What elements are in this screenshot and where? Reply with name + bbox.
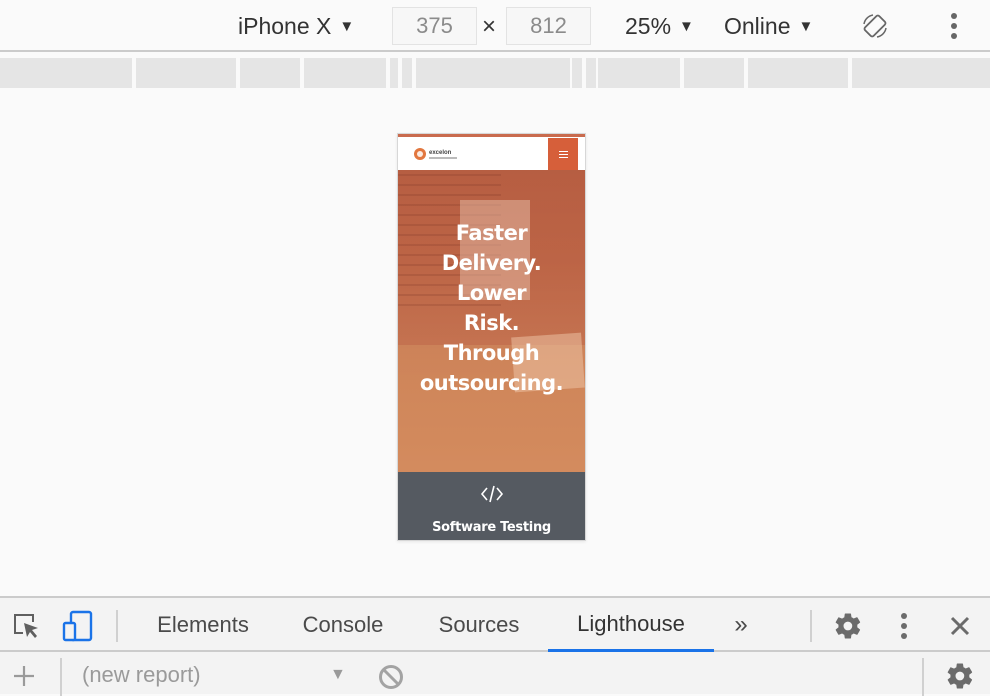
gear-icon xyxy=(835,613,861,639)
divider xyxy=(810,610,812,642)
media-query-segment[interactable] xyxy=(852,58,990,88)
media-query-bar xyxy=(0,58,990,88)
site-logo[interactable]: excelon xyxy=(414,148,457,160)
network-select-label: Online xyxy=(724,12,791,39)
chevron-down-icon[interactable]: ▼ xyxy=(330,666,346,684)
tab-elements[interactable]: Elements xyxy=(140,598,266,652)
hamburger-menu-button[interactable] xyxy=(548,138,578,170)
hero-line: outsourcing. xyxy=(419,371,564,395)
network-throttle-select[interactable]: Online ▼ xyxy=(724,12,813,40)
logo-subtitle xyxy=(429,156,457,159)
close-icon xyxy=(950,616,970,636)
plus-icon xyxy=(14,666,34,686)
width-input[interactable]: 375 xyxy=(392,7,477,45)
hero-line: Delivery. xyxy=(441,251,542,275)
devtools-panel: Elements Console Sources Lighthouse » (n… xyxy=(0,596,990,696)
clear-reports-button[interactable] xyxy=(376,662,406,692)
media-query-segment[interactable] xyxy=(402,58,412,88)
more-tabs-button[interactable]: » xyxy=(724,598,758,652)
inspect-element-icon xyxy=(14,614,38,638)
media-query-segment[interactable] xyxy=(598,58,680,88)
more-vertical-icon xyxy=(901,613,907,639)
media-query-segment[interactable] xyxy=(0,58,132,88)
hero-line: Lower xyxy=(456,281,527,305)
lighthouse-settings-button[interactable] xyxy=(944,660,976,692)
device-toolbar: iPhone X ▼ 375 × 812 25% ▼ Online ▼ xyxy=(0,0,990,52)
media-query-segment[interactable] xyxy=(572,58,582,88)
hero-line: Risk. xyxy=(463,311,520,335)
zoom-select-label: 25% xyxy=(625,12,672,39)
chevron-down-icon: ▼ xyxy=(798,17,814,35)
rotate-button[interactable] xyxy=(858,10,892,42)
settings-button[interactable] xyxy=(832,610,864,642)
menu-icon-bar xyxy=(558,153,568,155)
more-vertical-icon xyxy=(951,13,957,39)
logo-mark-icon xyxy=(414,148,426,160)
lighthouse-toolbar: (new report) ▼ xyxy=(0,654,990,696)
media-query-segment[interactable] xyxy=(586,58,596,88)
more-options-button[interactable] xyxy=(944,10,964,42)
hero-line: Faster xyxy=(455,221,528,245)
rotate-icon xyxy=(863,14,887,38)
devtools-tabbar: Elements Console Sources Lighthouse » xyxy=(0,598,990,652)
device-select-label: iPhone X xyxy=(238,12,332,39)
chevron-down-icon: ▼ xyxy=(679,17,694,35)
chevron-down-icon: ▼ xyxy=(339,17,355,35)
report-select[interactable]: (new report) xyxy=(82,662,201,688)
gear-icon xyxy=(947,663,973,689)
hero-heading: Faster Delivery. Lower Risk. Through out… xyxy=(398,218,585,398)
media-query-segment[interactable] xyxy=(240,58,300,88)
service-label: Software Testing xyxy=(432,520,551,535)
toggle-device-toolbar-button[interactable] xyxy=(62,610,94,642)
service-card-software-testing[interactable]: Software Testing xyxy=(398,472,585,540)
site-header: excelon xyxy=(398,137,585,170)
media-query-segment[interactable] xyxy=(684,58,744,88)
media-query-segment[interactable] xyxy=(304,58,386,88)
device-toggle-icon xyxy=(62,610,93,642)
media-query-segment[interactable] xyxy=(416,58,570,88)
divider xyxy=(116,610,118,642)
emulated-page[interactable]: excelon Faster Delivery. Lower Risk. Thr… xyxy=(397,133,586,541)
media-query-segment[interactable] xyxy=(748,58,848,88)
menu-icon-bar xyxy=(558,156,568,158)
tab-console[interactable]: Console xyxy=(286,598,400,652)
zoom-select[interactable]: 25% ▼ xyxy=(625,12,694,40)
divider xyxy=(60,658,62,696)
media-query-segment[interactable] xyxy=(136,58,236,88)
block-icon xyxy=(379,665,403,689)
logo-text: excelon xyxy=(429,149,452,156)
tab-sources[interactable]: Sources xyxy=(420,598,538,652)
height-input[interactable]: 812 xyxy=(506,7,591,45)
tab-lighthouse[interactable]: Lighthouse xyxy=(548,598,714,652)
media-query-segment[interactable] xyxy=(390,58,398,88)
code-icon xyxy=(480,485,504,503)
hero-section: Faster Delivery. Lower Risk. Through out… xyxy=(398,170,585,472)
close-devtools-button[interactable] xyxy=(944,610,976,642)
new-report-button[interactable] xyxy=(10,662,38,690)
menu-icon-bar xyxy=(558,150,568,152)
inspect-element-button[interactable] xyxy=(10,610,42,642)
dimension-separator: × xyxy=(482,13,497,40)
device-select[interactable]: iPhone X ▼ xyxy=(238,12,354,40)
hero-line: Through xyxy=(443,341,540,365)
divider xyxy=(922,658,924,696)
customize-devtools-button[interactable] xyxy=(894,610,914,642)
